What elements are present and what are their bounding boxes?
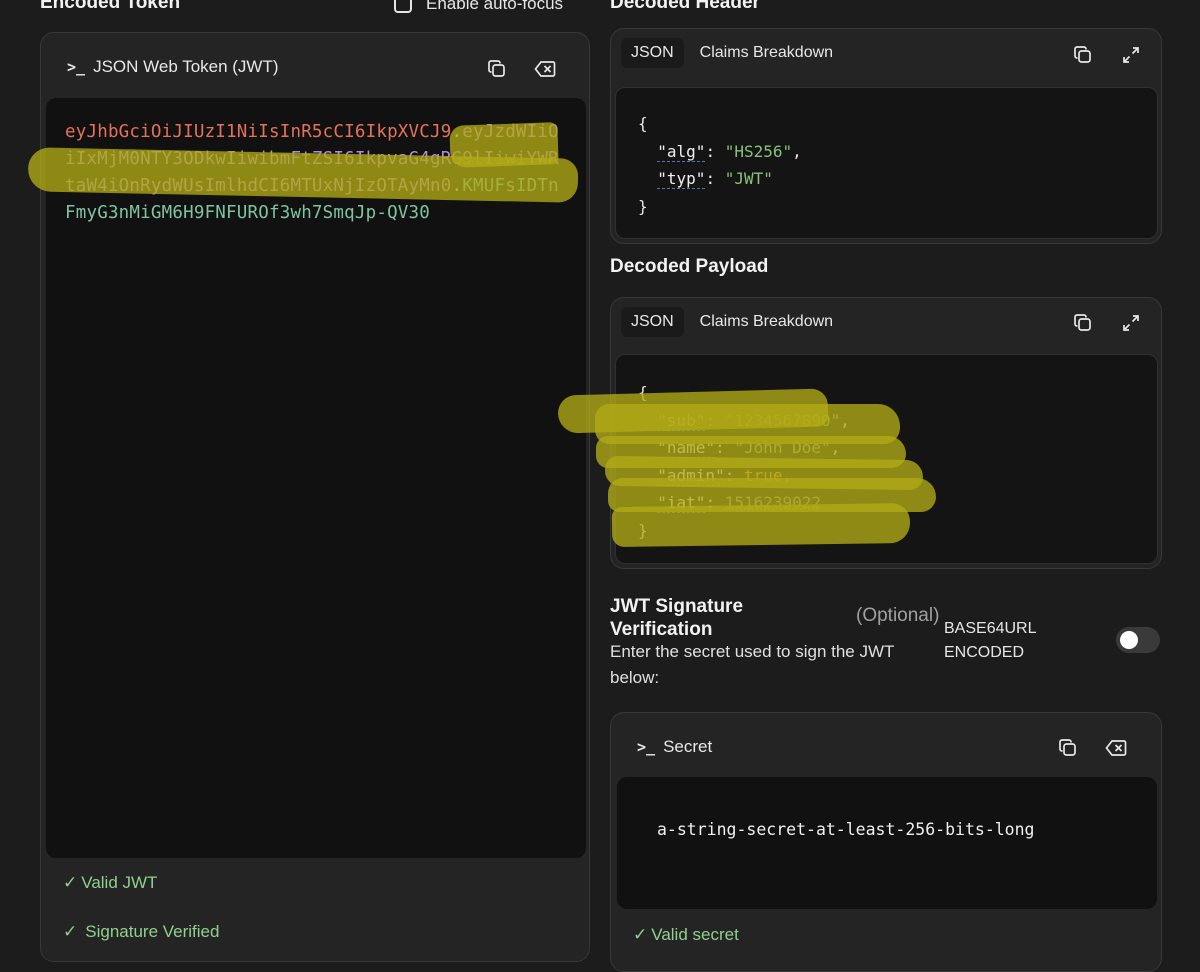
signature-heading-line: JWT Signature bbox=[610, 596, 744, 617]
json-brace: { bbox=[638, 383, 648, 402]
json-brace: } bbox=[638, 196, 648, 216]
signature-description: Enter the secret used to sign the JWT be… bbox=[610, 639, 894, 691]
token-dot: . bbox=[451, 176, 463, 196]
header-tabs: JSON Claims Breakdown bbox=[621, 38, 843, 68]
payload-tabs: JSON Claims Breakdown bbox=[621, 307, 843, 337]
toggle-knob bbox=[1120, 631, 1138, 649]
token-header-part: eyJhbGciOiJIUzI1NiIsInR5cCI6IkpXVCJ9 bbox=[65, 122, 452, 142]
optional-label: (Optional) bbox=[856, 605, 940, 626]
autofocus-label: Enable auto-focus bbox=[426, 0, 564, 13]
encoded-token-panel: >_ JSON Web Token (JWT) eyJhbGciOiJIUzI1… bbox=[40, 32, 590, 962]
tab-json[interactable]: JSON bbox=[621, 38, 684, 68]
json-colon: : bbox=[705, 169, 725, 188]
decoded-header-panel: JSON Claims Breakdown { "alg": "HS256", … bbox=[610, 28, 1162, 244]
json-comma: , bbox=[840, 410, 850, 430]
prompt-icon: >_ bbox=[67, 58, 86, 76]
header-json: { "alg": "HS256", "typ": "JWT" } bbox=[638, 110, 802, 220]
json-colon: : bbox=[705, 410, 725, 430]
copy-icon[interactable] bbox=[485, 57, 509, 81]
secret-panel-title: Secret bbox=[663, 737, 713, 756]
decoded-payload-panel: JSON Claims Breakdown { "sub": "12345678… bbox=[610, 297, 1162, 569]
json-key: "admin" bbox=[657, 465, 725, 486]
json-value: "John Doe" bbox=[734, 438, 831, 457]
base64url-toggle[interactable] bbox=[1116, 627, 1160, 653]
clear-icon[interactable] bbox=[1104, 736, 1128, 760]
copy-icon[interactable] bbox=[1071, 311, 1095, 335]
payload-json-view: { "sub": "1234567890", "name": "John Doe… bbox=[615, 354, 1158, 564]
signature-description-line: below: bbox=[610, 668, 660, 687]
tab-claims-breakdown[interactable]: Claims Breakdown bbox=[690, 307, 843, 337]
json-value: "HS256" bbox=[724, 141, 793, 161]
jwt-panel-header: >_ JSON Web Token (JWT) bbox=[67, 57, 279, 77]
payload-json: { "sub": "1234567890", "name": "John Doe… bbox=[638, 379, 850, 544]
decoded-header-heading: Decoded Header bbox=[610, 0, 760, 13]
signature-verified-status: ✓ Signature Verified bbox=[63, 922, 219, 942]
check-icon: ✓ bbox=[63, 873, 78, 892]
token-editor[interactable]: eyJhbGciOiJIUzI1NiIsInR5cCI6IkpXVCJ9.eyJ… bbox=[46, 98, 586, 858]
expand-icon[interactable] bbox=[1119, 43, 1143, 67]
header-json-view: { "alg": "HS256", "typ": "JWT" } bbox=[615, 87, 1158, 239]
json-key: "alg" bbox=[657, 141, 706, 162]
valid-jwt-label: Valid JWT bbox=[81, 873, 158, 892]
json-value: true bbox=[743, 465, 783, 485]
encoded-token-heading: Encoded Token bbox=[40, 0, 181, 13]
json-comma: , bbox=[782, 465, 793, 485]
json-colon: : bbox=[705, 141, 725, 161]
valid-secret-label: Valid secret bbox=[651, 925, 739, 944]
prompt-icon: >_ bbox=[637, 738, 656, 756]
token-dot: . bbox=[451, 122, 463, 142]
signature-heading: JWT Signature Verification bbox=[610, 595, 743, 641]
token-text[interactable]: eyJhbGciOiJIUzI1NiIsInR5cCI6IkpXVCJ9.eyJ… bbox=[65, 119, 565, 227]
json-colon: : bbox=[724, 465, 744, 485]
signature-heading-line: Verification bbox=[610, 619, 713, 640]
encoding-label-line: BASE64URL bbox=[944, 620, 1037, 637]
json-comma: , bbox=[830, 438, 841, 457]
check-icon: ✓ bbox=[633, 925, 648, 944]
json-colon: : bbox=[715, 438, 735, 457]
secret-panel-header: >_ Secret bbox=[637, 737, 712, 757]
signature-description-line: Enter the secret used to sign the JWT bbox=[610, 642, 895, 661]
json-brace: } bbox=[638, 520, 648, 540]
signature-verified-label: Signature Verified bbox=[85, 922, 220, 941]
json-value[interactable]: 1516239022 bbox=[725, 493, 821, 512]
json-brace: { bbox=[638, 114, 648, 133]
json-comma: , bbox=[792, 141, 802, 161]
autofocus-toggle[interactable]: Enable auto-focus bbox=[394, 0, 563, 14]
json-key: "name" bbox=[657, 438, 716, 458]
tab-json[interactable]: JSON bbox=[621, 307, 684, 337]
secret-panel: >_ Secret a-string-secret-at-least-256-b… bbox=[610, 712, 1162, 972]
json-value: "1234567890" bbox=[724, 410, 841, 430]
json-key: "typ" bbox=[657, 169, 706, 189]
secret-input[interactable]: a-string-secret-at-least-256-bits-long bbox=[617, 777, 1157, 909]
jwt-panel-title: JSON Web Token (JWT) bbox=[93, 57, 279, 76]
secret-value[interactable]: a-string-secret-at-least-256-bits-long bbox=[657, 820, 1035, 839]
tab-claims-breakdown[interactable]: Claims Breakdown bbox=[690, 38, 843, 68]
encoding-label-line: ENCODED bbox=[944, 644, 1025, 661]
json-value: "JWT" bbox=[724, 169, 773, 188]
valid-jwt-status: ✓ Valid JWT bbox=[63, 873, 157, 893]
expand-icon[interactable] bbox=[1119, 311, 1143, 335]
json-colon: : bbox=[705, 493, 725, 512]
encoding-label: BASE64URL ENCODED bbox=[944, 617, 1037, 665]
clear-icon[interactable] bbox=[533, 57, 557, 81]
copy-icon[interactable] bbox=[1056, 736, 1080, 760]
copy-icon[interactable] bbox=[1071, 43, 1095, 67]
json-key: "sub" bbox=[657, 410, 706, 431]
valid-secret-status: ✓ Valid secret bbox=[633, 925, 739, 945]
autofocus-checkbox[interactable] bbox=[394, 0, 412, 13]
json-key: "iat" bbox=[657, 493, 706, 513]
check-icon: ✓ bbox=[63, 922, 78, 941]
decoded-payload-heading: Decoded Payload bbox=[610, 256, 769, 277]
